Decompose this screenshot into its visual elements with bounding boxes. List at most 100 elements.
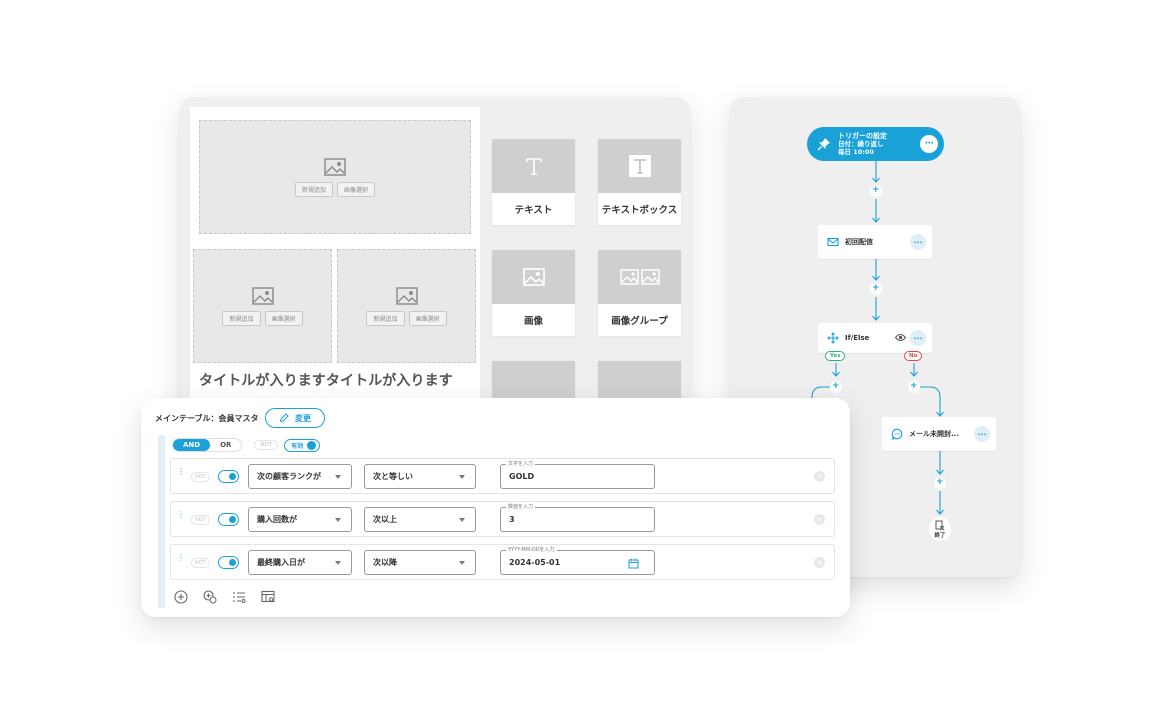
trigger-line2: 毎日 10:00 <box>838 148 874 156</box>
table-settings-button[interactable] <box>261 589 275 603</box>
field-select[interactable]: 次の顧客ランクが <box>248 464 352 489</box>
component-image-group[interactable]: 画像グループ <box>598 250 681 336</box>
not-toggle[interactable]: NOT <box>254 440 279 450</box>
chevron-down-icon <box>335 561 341 565</box>
condition-toolbar <box>174 589 275 604</box>
field-select[interactable]: 購入回数が <box>248 507 352 532</box>
row-not-toggle[interactable]: NOT <box>191 558 210 568</box>
field-select-value: 購入回数が <box>257 515 297 524</box>
first-delivery-node[interactable]: 初回配信 ··· <box>818 225 932 259</box>
add-step-button[interactable]: + <box>832 381 840 391</box>
value-input[interactable]: 数値を入力 3 <box>500 503 655 532</box>
component-image[interactable]: 画像 <box>492 250 575 336</box>
select-image-button[interactable]: 画像選択 <box>264 310 303 326</box>
operator-select-value: 次以降 <box>373 558 397 567</box>
date-input[interactable]: YYYY-MM-DDを入力 2024-05-01 <box>500 546 655 575</box>
remove-row-button[interactable]: × <box>814 557 825 568</box>
image-placeholder-right[interactable]: 新規追加 画像選択 <box>337 249 476 363</box>
condition-row: ⋮ NOT 最終購入日が 次以降 YYYY-MM-DDを入力 2024-05-01… <box>170 544 835 580</box>
select-image-button[interactable]: 画像選択 <box>408 310 447 326</box>
textbox-icon <box>628 155 651 177</box>
row-enable-toggle[interactable] <box>218 556 239 569</box>
component-label: テキスト <box>514 205 553 216</box>
unopened-mail-node[interactable]: メール未開封... ··· <box>882 417 996 451</box>
add-condition-button[interactable] <box>174 589 188 604</box>
add-new-button[interactable]: 新規追加 <box>222 310 261 326</box>
component-stub[interactable] <box>492 361 575 401</box>
operator-select[interactable]: 次以上 <box>364 507 476 532</box>
drag-handle-icon[interactable]: ⋮ <box>177 468 185 484</box>
remove-row-button[interactable]: × <box>814 514 825 525</box>
valid-toggle[interactable]: 有効 <box>284 438 321 452</box>
trigger-node[interactable]: トリガーの設定 日付：繰り返し 毎日 10:00 ··· <box>807 127 944 161</box>
page-title[interactable]: タイトルが入りますタイトルが入ります <box>199 370 479 390</box>
component-thumb <box>598 250 681 304</box>
node-more-button[interactable]: ··· <box>910 234 926 250</box>
change-button[interactable]: 変更 <box>265 408 325 428</box>
add-step-button[interactable]: + <box>872 185 880 195</box>
input-legend: 数値を入力 <box>506 503 536 510</box>
add-group-button[interactable] <box>203 589 217 604</box>
plus-circle-icon <box>174 590 188 604</box>
image-placeholder-icon <box>251 286 274 305</box>
or-option[interactable]: OR <box>210 439 241 451</box>
logic-controls: AND OR NOT 有効 <box>172 438 321 452</box>
select-image-button[interactable]: 画像選択 <box>337 181 376 197</box>
trigger-text: トリガーの設定 日付：繰り返し 毎日 10:00 <box>838 132 887 156</box>
image-placeholder-wide[interactable]: 新規追加 画像選択 <box>199 120 471 234</box>
yes-badge: Yes <box>825 351 846 361</box>
if-else-node[interactable]: If/Else ··· <box>818 323 932 353</box>
row-enable-toggle[interactable] <box>218 513 239 526</box>
condition-builder-card: メインテーブル：会員マスタ 変更 AND OR NOT 有効 ⋮ NOT 次の顧… <box>141 398 850 617</box>
node-more-button[interactable]: ··· <box>910 330 926 346</box>
component-textbox[interactable]: テキストボックス <box>598 139 681 225</box>
add-new-button[interactable]: 新規追加 <box>366 310 405 326</box>
node-label: メール未開封... <box>909 430 959 438</box>
node-more-button[interactable]: ··· <box>974 426 990 442</box>
field-select-value: 次の顧客ランクが <box>257 472 321 481</box>
component-stub[interactable] <box>598 361 681 401</box>
image-placeholder-left[interactable]: 新規追加 画像選択 <box>193 249 332 363</box>
end-node[interactable]: 終了 <box>929 517 951 541</box>
list-filter-button[interactable] <box>232 589 246 603</box>
image-group-icon <box>619 269 660 285</box>
value-input[interactable]: 文字を入力 GOLD <box>500 460 655 489</box>
branch-icon <box>827 332 839 344</box>
component-label: テキストボックス <box>601 205 678 216</box>
toggle-knob <box>229 558 236 566</box>
no-badge: No <box>904 351 923 361</box>
condition-row: ⋮ NOT 購入回数が 次以上 数値を入力 3 × <box>170 501 835 537</box>
operator-select[interactable]: 次と等しい <box>364 464 476 489</box>
trigger-title: トリガーの設定 <box>838 132 887 140</box>
add-new-button[interactable]: 新規追加 <box>294 181 333 197</box>
trigger-more-button[interactable]: ··· <box>920 135 938 153</box>
row-not-toggle[interactable]: NOT <box>191 515 210 525</box>
add-step-button[interactable]: + <box>872 283 880 293</box>
add-step-button[interactable]: + <box>910 381 918 391</box>
operator-select[interactable]: 次以降 <box>364 550 476 575</box>
valid-toggle-knob <box>307 440 317 450</box>
remove-row-button[interactable]: × <box>814 471 825 482</box>
operator-select-value: 次と等しい <box>373 472 413 481</box>
and-or-switch[interactable]: AND OR <box>172 438 243 452</box>
component-thumb <box>598 139 681 193</box>
add-group-icon <box>203 590 217 604</box>
eye-icon[interactable] <box>895 333 906 342</box>
row-enable-toggle[interactable] <box>218 470 239 483</box>
end-icon <box>935 520 945 530</box>
calendar-icon[interactable] <box>628 558 639 569</box>
chevron-down-icon <box>335 518 341 522</box>
pin-icon <box>817 138 830 151</box>
drag-handle-icon[interactable]: ⋮ <box>177 554 185 570</box>
row-not-toggle[interactable]: NOT <box>191 472 210 482</box>
text-icon <box>525 158 542 175</box>
list-filter-icon <box>233 592 246 603</box>
drag-handle-icon[interactable]: ⋮ <box>177 511 185 527</box>
change-label: 変更 <box>295 413 311 423</box>
and-option[interactable]: AND <box>173 439 211 451</box>
end-label: 終了 <box>934 532 946 539</box>
component-text[interactable]: テキスト <box>492 139 575 225</box>
component-thumb <box>492 250 575 304</box>
field-select[interactable]: 最終購入日が <box>248 550 352 575</box>
add-step-button[interactable]: + <box>936 477 944 487</box>
